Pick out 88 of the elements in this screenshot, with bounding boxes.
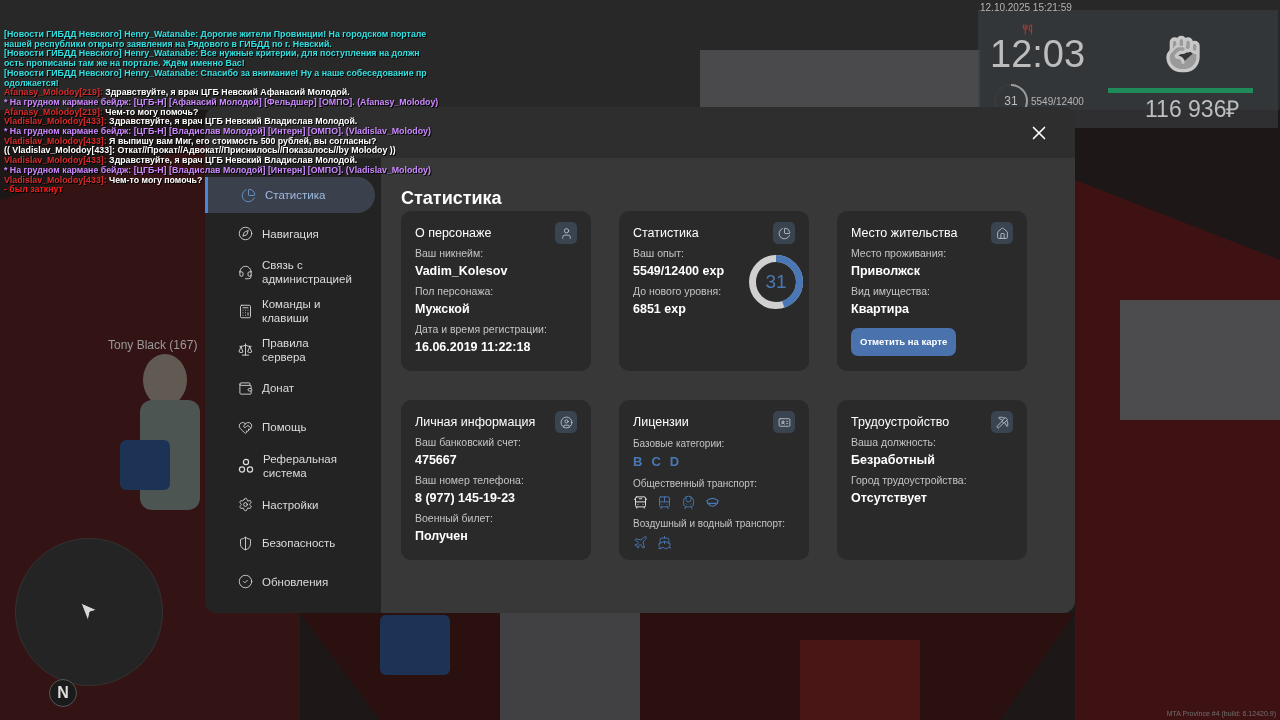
sidebar-item[interactable]: Связь с администрацией (205, 254, 375, 291)
card-title: Место жительства (851, 224, 958, 242)
field-label: Воздушный и водный транспорт: (633, 517, 787, 531)
card-title: О персонаже (415, 224, 492, 242)
field-label: Базовые категории: (633, 437, 726, 451)
compass-icon (238, 226, 253, 242)
headset-icon (238, 264, 253, 280)
license-category: D (669, 453, 680, 472)
heart-handshake-icon (238, 419, 253, 435)
field-label: Место проживания: (851, 246, 948, 260)
chat-line: Afanasy_Molodoy[219]: Чем-то могу помочь? (4, 107, 199, 118)
field-label: До нового уровня: (633, 284, 723, 298)
field-label: Общественный транспорт: (633, 477, 759, 491)
field-label: Ваш банковский счет: (415, 435, 522, 449)
chat-line: одолжается! (4, 78, 59, 89)
chat-line: Vladislav_Molodoy[433]: Я выпишу вам Миг, его стоимость 500 рублей, вы согласны? (4, 136, 377, 147)
field-value: 16.06.2019 11:22:18 (415, 339, 532, 356)
field-label: Ваш номер телефона: (415, 473, 525, 487)
scales-icon (238, 342, 253, 358)
player-arrow-icon (79, 601, 99, 623)
fist-icon (1163, 34, 1203, 74)
wallet-icon (238, 380, 253, 396)
field-value: Отсутствует (851, 490, 928, 507)
hud-level: 31 (1004, 93, 1018, 110)
field-value: Получен (415, 528, 469, 545)
field-value: 6851 exp (633, 301, 687, 318)
field-value: Квартира (851, 301, 910, 318)
level-number: 31 (765, 269, 787, 294)
level-ring (749, 255, 803, 309)
chat-line: * На грудном кармане бейдж: [ЦГБ-Н] [Владислав Молодой] [Интерн] [ОМПО]. (Vladislav_Molodoy) (4, 127, 431, 137)
chat-line: [Новости ГИБДД Невского] Henry_Watanabe: Спасибо за внимание! Ну а наше собеседование пр (4, 68, 427, 79)
chat-line: [Новости ГИБДД Невского] Henry_Watanabe: Все нужные критерии, для поступления на должн (4, 49, 420, 60)
chat-line: - был заткнут (4, 185, 63, 195)
chat-line: Vladislav_Molodoy[433]: Здравствуйте, я врач ЦГБ Невский Владислав Молодой. (4, 117, 358, 128)
date-time: 12.10.2025 15:21:59 (980, 1, 1072, 15)
shield-icon (238, 535, 253, 551)
sidebar-item[interactable]: Реферальная система (205, 447, 375, 484)
game-clock: 12:03 (990, 32, 1086, 76)
chat-line: * На грудном кармане бейдж: [ЦГБ-Н] [Афанасий Молодой] [Фельдшер] [ОМПО]. (Afanasy_Molodoy) (4, 97, 439, 108)
field-value: Vadim_Kolesov (415, 263, 509, 280)
card-title: Трудоустройство (851, 413, 950, 431)
field-value: 475667 (415, 452, 458, 469)
sidebar-item[interactable]: Донат (205, 370, 375, 407)
license-category: B (633, 453, 643, 472)
sidebar-item[interactable]: Правила сервера (205, 331, 375, 368)
nodes-icon (238, 457, 254, 474)
field-label: Ваш никнейм: (415, 246, 485, 260)
chat-line: [Новости ГИБДД Невского] Henry_Watanabe: Дорогие жители Провинции! На городском портале (4, 30, 427, 40)
card-title: Личная информация (415, 413, 536, 431)
field-label: Вид имущества: (851, 284, 931, 298)
chat-line: Vladislav_Molodoy[433]: Чем-то могу помочь? (4, 175, 203, 186)
field-value: Безработный (851, 452, 936, 469)
chat-line: * На грудном кармане бейдж: [ЦГБ-Н] [Владислав Молодой] [Интерн] [ОМПО]. (Vladislav_Molodoy) (4, 165, 431, 176)
field-value: 8 (977) 145-19-23 (415, 490, 517, 507)
field-label: Дата и время регистрации: (415, 322, 548, 336)
chat-line: нашей республики открыто заявления на Рядового в ГИБДД по г. Невский. (4, 39, 332, 50)
check-circle-icon (238, 574, 253, 590)
money-amount: 116 936₽ (1145, 95, 1240, 123)
sidebar-item[interactable]: Навигация (205, 215, 375, 252)
chat-line: Afanasy_Molodoy[219]: Здравствуйте, я врач ЦГБ Невский Афанасий Молодой. (4, 88, 350, 98)
sidebar-item[interactable]: Настройки (205, 486, 375, 523)
field-label: Военный билет: (415, 511, 494, 525)
field-label: Ваш опыт: (633, 246, 685, 260)
card-title: Лицензии (633, 413, 689, 431)
field-value: Приволжск (851, 263, 921, 280)
map-mark-button[interactable]: Отметить на карте (851, 328, 957, 357)
hud-experience: 5549/12400 (1031, 95, 1084, 109)
chat-line: ость прописаны там же на портале. Ждём именно Вас! (4, 59, 245, 69)
sidebar-item[interactable]: Команды и клавиши (205, 293, 375, 330)
chat-line: Vladislav_Molodoy[433]: Здравствуйте, я врач ЦГБ Невский Владислав Молодой. (4, 156, 358, 166)
player-nametag: Tony Black (167) (108, 337, 198, 354)
chat-line: (( Vladislav_Molodoy[433]: Откат//Прокат//Адвокат//Приснилось//Показалось//by Molodoy )) (4, 146, 396, 157)
sidebar-item[interactable]: Безопасность (205, 525, 375, 562)
fork-knife-icon (1022, 24, 1033, 35)
field-label: Пол персонажа: (415, 284, 495, 298)
field-value: Мужской (415, 301, 471, 318)
field-label: Город трудоустройства: (851, 473, 968, 487)
field-value: 5549/12400 exp (633, 263, 726, 280)
sidebar-item[interactable]: Обновления (205, 563, 375, 600)
calculator-icon (238, 303, 253, 319)
settings-icon (238, 497, 253, 512)
license-category: C (651, 453, 661, 472)
pie-chart-icon (241, 187, 256, 203)
field-label: Ваша должность: (851, 435, 937, 449)
sidebar-item[interactable]: Статистика (205, 177, 375, 213)
card-title: Статистика (633, 224, 699, 242)
sidebar-item[interactable]: Помощь (205, 409, 375, 446)
page-heading: Статистика (401, 188, 502, 208)
